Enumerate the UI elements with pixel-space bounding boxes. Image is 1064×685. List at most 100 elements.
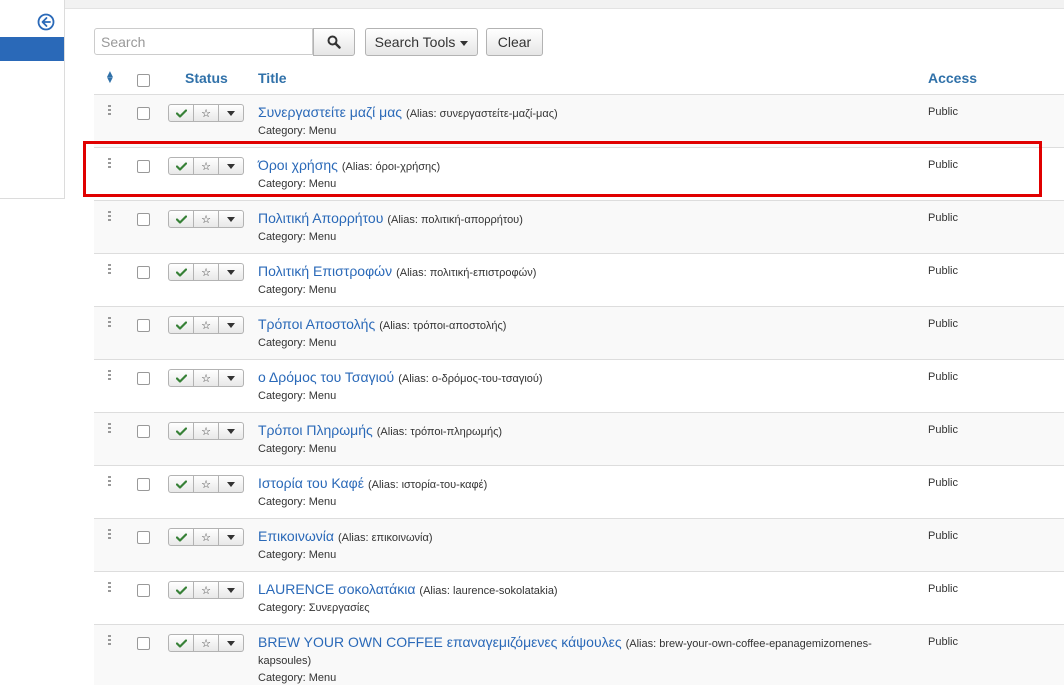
drag-handle-icon[interactable] [108,582,111,592]
drag-handle-icon[interactable] [108,158,111,168]
table-row[interactable]: ☆ Όροι χρήσης(Alias: όροι-χρήσης) Catego… [94,148,1064,201]
article-title-link[interactable]: Όροι χρήσης [258,157,338,173]
article-title-link[interactable]: Τρόποι Αποστολής [258,316,375,332]
published-toggle[interactable] [168,316,194,334]
row-checkbox[interactable] [137,213,150,226]
status-button-group: ☆ [168,263,244,281]
table-row[interactable]: ☆ Επικοινωνία(Alias: επικοινωνία) Catego… [94,519,1064,572]
status-cell: ☆ [158,307,251,360]
published-toggle[interactable] [168,475,194,493]
article-title-link[interactable]: Συνεργαστείτε μαζί μας [258,104,402,120]
row-checkbox[interactable] [137,107,150,120]
drag-handle-icon[interactable] [108,476,111,486]
featured-toggle[interactable]: ☆ [194,422,219,440]
article-title-link[interactable]: Επικοινωνία [258,528,334,544]
featured-toggle[interactable]: ☆ [194,263,219,281]
access-level: Public [928,318,1064,330]
search-input[interactable] [94,28,313,55]
article-category: Category: Συνεργασίες [258,602,921,615]
featured-toggle[interactable]: ☆ [194,104,219,122]
search-tools-button[interactable]: Search Tools [365,28,478,56]
actions-dropdown-button[interactable] [219,475,244,493]
status-header[interactable]: Status [158,62,251,95]
article-alias: (Alias: τρόποι-αποστολής) [379,320,506,332]
published-toggle[interactable] [168,634,194,652]
featured-toggle[interactable]: ☆ [194,316,219,334]
article-title-link[interactable]: Πολιτική Επιστροφών [258,263,392,279]
featured-toggle[interactable]: ☆ [194,528,219,546]
article-title-link[interactable]: BREW YOUR OWN COFFEE επαναγεμιζόμενες κά… [258,634,622,650]
actions-dropdown-button[interactable] [219,528,244,546]
title-header[interactable]: Title [251,62,921,95]
row-checkbox[interactable] [137,478,150,491]
row-checkbox[interactable] [137,160,150,173]
article-category: Category: Menu [258,672,921,685]
actions-dropdown-button[interactable] [219,263,244,281]
access-header[interactable]: Access [921,62,1064,95]
table-row[interactable]: ☆ BREW YOUR OWN COFFEE επαναγεμιζόμενες … [94,625,1064,685]
title-cell: Πολιτική Απορρήτου(Alias: πολιτική-απορρ… [251,201,921,254]
featured-toggle[interactable]: ☆ [194,581,219,599]
featured-toggle[interactable]: ☆ [194,475,219,493]
drag-handle-icon[interactable] [108,211,111,221]
table-row[interactable]: ☆ Πολιτική Επιστροφών(Alias: πολιτική-επ… [94,254,1064,307]
row-checkbox[interactable] [137,319,150,332]
table-row[interactable]: ☆ Ιστορία του Καφέ(Alias: ιστορία-του-κα… [94,466,1064,519]
featured-toggle[interactable]: ☆ [194,634,219,652]
actions-dropdown-button[interactable] [219,316,244,334]
drag-handle-icon[interactable] [108,105,111,115]
status-cell: ☆ [158,625,251,685]
search-button[interactable] [313,28,355,56]
sidebar-active-item[interactable] [0,37,64,61]
clear-button[interactable]: Clear [486,28,543,56]
table-row[interactable]: ☆ LAURENCE σοκολατάκια(Alias: laurence-s… [94,572,1064,625]
actions-dropdown-button[interactable] [219,369,244,387]
table-row[interactable]: ☆ Τρόποι Αποστολής (Alias: τρόποι-αποστολ… [94,307,1064,360]
row-checkbox[interactable] [137,637,150,650]
row-checkbox[interactable] [137,372,150,385]
drag-handle-icon[interactable] [108,635,111,645]
article-title-link[interactable]: LAURENCE σοκολατάκια [258,581,415,597]
actions-dropdown-button[interactable] [219,104,244,122]
sidebar-collapse-icon[interactable] [37,13,55,31]
featured-toggle[interactable]: ☆ [194,210,219,228]
published-toggle[interactable] [168,581,194,599]
actions-dropdown-button[interactable] [219,634,244,652]
row-checkbox[interactable] [137,425,150,438]
featured-toggle[interactable]: ☆ [194,157,219,175]
row-checkbox[interactable] [137,531,150,544]
check-icon [176,374,187,383]
article-title-link[interactable]: Τρόποι Πληρωμής [258,422,373,438]
published-toggle[interactable] [168,104,194,122]
actions-dropdown-button[interactable] [219,157,244,175]
check-all-checkbox[interactable] [137,74,150,87]
row-checkbox[interactable] [137,266,150,279]
published-toggle[interactable] [168,157,194,175]
drag-handle-icon[interactable] [108,370,111,380]
row-checkbox[interactable] [137,584,150,597]
published-toggle[interactable] [168,528,194,546]
featured-toggle[interactable]: ☆ [194,369,219,387]
published-toggle[interactable] [168,210,194,228]
table-row[interactable]: ☆ Πολιτική Απορρήτου(Alias: πολιτική-απο… [94,201,1064,254]
drag-handle-icon[interactable] [108,423,111,433]
published-toggle[interactable] [168,369,194,387]
article-title-link[interactable]: Πολιτική Απορρήτου [258,210,383,226]
actions-dropdown-button[interactable] [219,422,244,440]
actions-dropdown-button[interactable] [219,581,244,599]
drag-handle-icon[interactable] [108,529,111,539]
drag-handle-icon[interactable] [108,317,111,327]
actions-dropdown-button[interactable] [219,210,244,228]
check-icon [176,321,187,330]
table-row[interactable]: ☆ ο Δρόμος του Τσαγιού(Alias: ο-δρόμος-τ… [94,360,1064,413]
published-toggle[interactable] [168,422,194,440]
ordering-header[interactable]: ▲▼ [94,62,124,95]
published-toggle[interactable] [168,263,194,281]
drag-handle-cell [94,572,124,625]
sort-icon[interactable]: ▲▼ [105,72,115,84]
table-row[interactable]: ☆ Τρόποι Πληρωμής(Alias: τρόποι-πληρωμής… [94,413,1064,466]
table-row[interactable]: ☆ Συνεργαστείτε μαζί μας(Alias: συνεργασ… [94,95,1064,148]
drag-handle-icon[interactable] [108,264,111,274]
article-title-link[interactable]: ο Δρόμος του Τσαγιού [258,369,394,385]
article-title-link[interactable]: Ιστορία του Καφέ [258,475,364,491]
